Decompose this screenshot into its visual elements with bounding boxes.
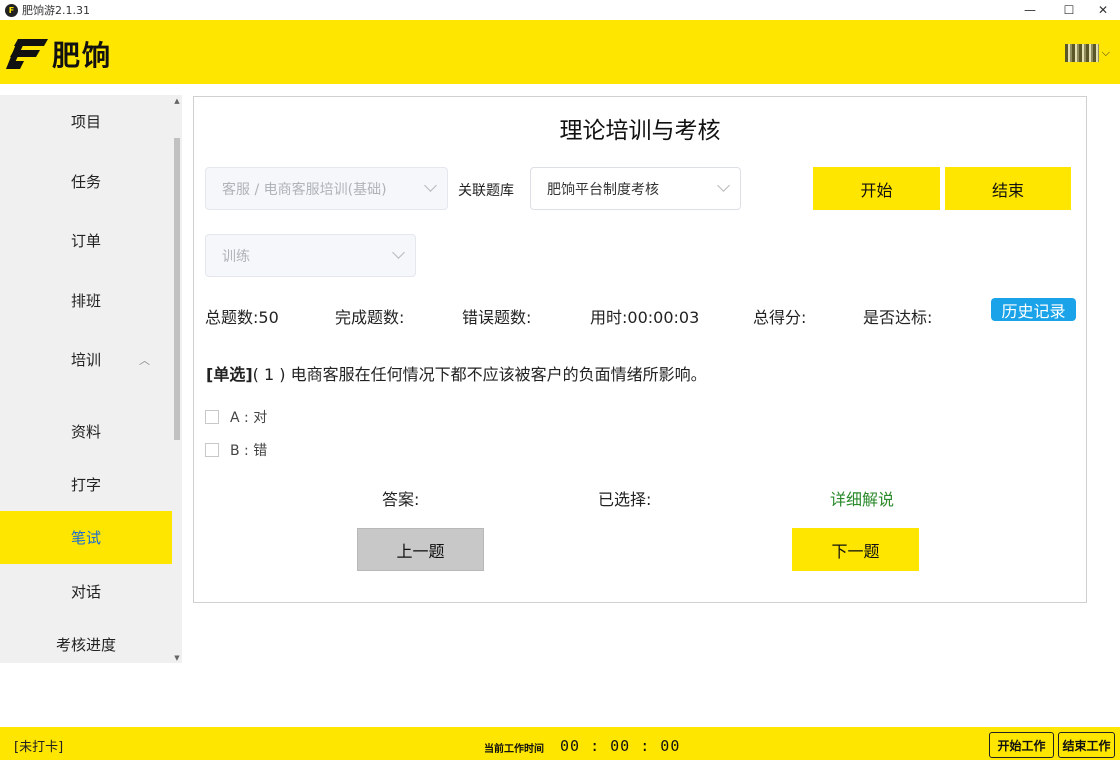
sidebar-item-label: 任务 <box>70 173 101 191</box>
exam-panel: 理论培训与考核 客服 / 电商客服培训(基础) 关联题库 肥饷平台制度考核 开始… <box>193 96 1087 603</box>
stat-completed: 完成题数: <box>335 308 405 327</box>
next-question-button[interactable]: 下一题 <box>792 528 919 571</box>
stat-pass: 是否达标: <box>863 308 933 327</box>
page-title: 理论培训与考核 <box>559 118 721 144</box>
sidebar-item-label: 对话 <box>70 583 101 601</box>
window-titlebar: F 肥饷游2.1.31 — ☐ ✕ <box>0 0 1120 20</box>
stat-total: 总题数:50 <box>205 308 279 327</box>
chevron-down-icon <box>424 179 437 192</box>
scroll-up-arrow-icon[interactable]: ▲ <box>172 96 182 106</box>
history-button[interactable]: 历史记录 <box>991 298 1076 321</box>
status-bar: [未打卡] 当前工作时间 00 : 00 : 00 开始工作 结束工作 <box>0 727 1120 760</box>
option-a[interactable]: A : 对 <box>205 407 267 427</box>
sidebar-item-label: 订单 <box>70 232 101 250</box>
maximize-button[interactable]: ☐ <box>1052 0 1086 20</box>
option-b[interactable]: B : 错 <box>205 440 267 460</box>
user-menu[interactable]: ⌵ <box>1064 44 1110 62</box>
minimize-button[interactable]: — <box>1013 0 1047 20</box>
sidebar-scroll-thumb[interactable] <box>174 138 180 440</box>
brand-logo: 肥饷 <box>6 34 112 74</box>
prev-question-button[interactable]: 上一题 <box>357 528 484 571</box>
app-header: 肥饷 ⌵ <box>0 20 1120 84</box>
sidebar-item-training[interactable]: 培训 ︿ <box>0 333 172 386</box>
end-work-button[interactable]: 结束工作 <box>1058 732 1115 758</box>
sidebar-item-orders[interactable]: 订单 <box>0 214 172 267</box>
sidebar-item-dialogue[interactable]: 对话 <box>0 565 172 618</box>
stat-score: 总得分: <box>753 308 807 327</box>
sidebar-item-schedule[interactable]: 排班 <box>0 274 172 327</box>
sidebar-item-label: 考核进度 <box>55 636 116 654</box>
sidebar-item-typing[interactable]: 打字 <box>0 458 172 511</box>
chevron-down-icon <box>717 179 730 192</box>
stat-wrong: 错误题数: <box>462 308 532 327</box>
course-select[interactable]: 客服 / 电商客服培训(基础) <box>205 167 448 210</box>
sidebar-item-written-test[interactable]: 笔试 <box>0 511 172 564</box>
app-logo-icon: F <box>5 3 18 17</box>
clock-in-status: [未打卡] <box>14 740 64 755</box>
question-bank-value: 肥饷平台制度考核 <box>547 181 659 198</box>
bank-label: 关联题库 <box>458 183 514 199</box>
brand-name: 肥饷 <box>52 39 113 72</box>
chevron-down-icon: ⌵ <box>1101 46 1110 59</box>
chevron-down-icon <box>392 246 405 259</box>
scroll-down-arrow-icon[interactable]: ▼ <box>172 653 182 663</box>
sidebar-item-label: 打字 <box>70 476 101 494</box>
work-time-value: 00 : 00 : 00 <box>560 737 681 755</box>
user-avatar <box>1064 44 1099 62</box>
sidebar-item-label: 笔试 <box>70 529 101 547</box>
sidebar-item-projects[interactable]: 项目 <box>0 95 172 148</box>
mode-select-value: 训练 <box>222 248 250 265</box>
question-bank-select[interactable]: 肥饷平台制度考核 <box>530 167 741 210</box>
sidebar-item-materials[interactable]: 资料 <box>0 405 172 458</box>
end-button[interactable]: 结束 <box>945 167 1071 210</box>
chevron-up-icon: ︿ <box>139 353 150 367</box>
detail-explanation-link[interactable]: 详细解说 <box>830 486 894 510</box>
answer-label: 答案: <box>382 490 420 509</box>
close-button[interactable]: ✕ <box>1086 0 1120 20</box>
stat-time: 用时:00:00:03 <box>590 308 700 327</box>
sidebar-item-label: 排班 <box>70 292 101 310</box>
brand-logo-icon <box>6 39 48 69</box>
option-a-checkbox[interactable] <box>205 410 219 424</box>
sidebar: 项目 任务 订单 排班 培训 ︿ 资料 打字 笔试 对话 考核进度 <box>0 95 172 663</box>
sidebar-item-assessment-progress[interactable]: 考核进度 <box>0 618 172 671</box>
start-work-button[interactable]: 开始工作 <box>989 732 1054 758</box>
option-a-label: A : 对 <box>230 410 268 426</box>
selected-label: 已选择: <box>598 490 652 509</box>
course-select-value: 客服 / 电商客服培训(基础) <box>222 181 387 198</box>
question-type: [单选] <box>206 365 253 384</box>
question-text: [单选]( 1 ) 电商客服在任何情况下都不应该被客户的负面情绪所影响。 <box>206 361 707 385</box>
option-b-label: B : 错 <box>230 443 268 459</box>
sidebar-item-label: 培训 <box>70 351 101 369</box>
option-b-checkbox[interactable] <box>205 443 219 457</box>
sidebar-item-tasks[interactable]: 任务 <box>0 155 172 208</box>
sidebar-item-label: 项目 <box>70 113 101 131</box>
window-title: 肥饷游2.1.31 <box>22 4 90 17</box>
start-button[interactable]: 开始 <box>813 167 940 210</box>
sidebar-item-label: 资料 <box>70 423 101 441</box>
question-body: ( 1 ) 电商客服在任何情况下都不应该被客户的负面情绪所影响。 <box>252 365 707 384</box>
work-time-label: 当前工作时间 <box>484 744 544 755</box>
mode-select[interactable]: 训练 <box>205 234 416 277</box>
